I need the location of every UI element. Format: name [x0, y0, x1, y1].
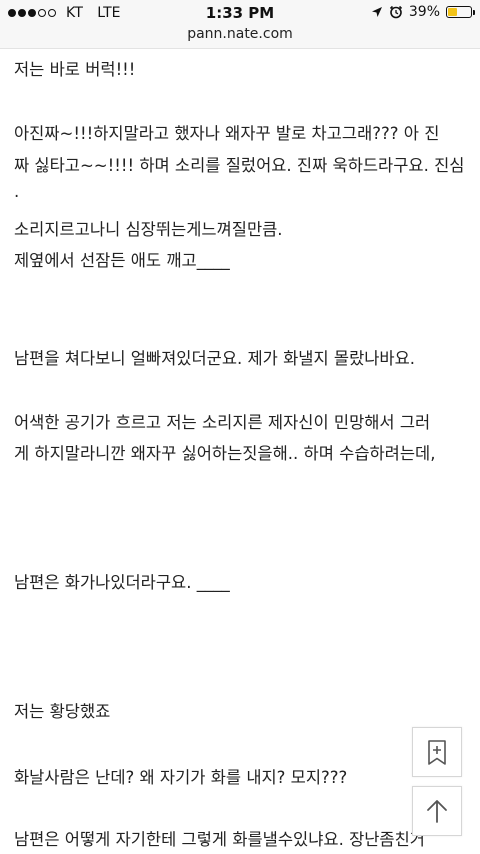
article-line: 게 하지말라니깐 왜자꾸 싫어하는짓을해.. 하며 수습하려는데, — [14, 444, 436, 463]
battery-icon — [446, 6, 475, 18]
article-line: 어색한 공기가 흐르고 저는 소리지른 제자신이 민망해서 그러 — [14, 413, 431, 432]
status-bar: KT LTE 1:33 PM 39% — [0, 0, 480, 26]
scroll-to-top-button[interactable] — [412, 786, 462, 836]
article-line: 저는 황당했죠 — [14, 702, 111, 721]
bookmark-button[interactable] — [412, 727, 462, 777]
alarm-clock-icon — [389, 5, 402, 19]
battery-percent: 39% — [408, 4, 440, 20]
article-line: 제옆에서 선잠든 애도 깨고____ — [14, 251, 230, 270]
article-line: 짜 싫타고~~!!!! 하며 소리를 질렀어요. 진짜 욱하드라구요. 진심 — [14, 156, 465, 175]
article-line: . — [14, 182, 20, 201]
arrow-up-icon — [427, 800, 447, 823]
article-line: 남편을 쳐다보니 얼빠져있더군요. 제가 화낼지 몰랐나바요. — [14, 349, 416, 368]
battery-cap — [473, 10, 475, 15]
article-line: 남편은 화가나있더라구요. ____ — [14, 573, 230, 592]
battery-level — [448, 8, 457, 16]
article-line: 소리지르고나니 심장뛰는게느껴질만큼. — [14, 220, 283, 239]
article-line: 남편은 어떻게 자기한테 그렇게 화를낼수있냐요. 장난좀친거 — [14, 830, 425, 849]
article-line: 저는 바로 버럭!!! — [14, 60, 136, 79]
address-bar[interactable]: pann.nate.com — [0, 26, 480, 49]
url-text[interactable]: pann.nate.com — [187, 26, 293, 42]
bookmark-add-icon — [428, 740, 446, 765]
article-line: 아진짜~!!!하지말라고 했자나 왜자꾸 발로 차고그래??? 아 진 — [14, 124, 440, 143]
location-arrow-icon — [371, 7, 382, 17]
status-right: 39% — [365, 4, 475, 20]
article-line: 화날사람은 난데? 왜 자기가 화를 내지? 모지??? — [14, 768, 348, 787]
